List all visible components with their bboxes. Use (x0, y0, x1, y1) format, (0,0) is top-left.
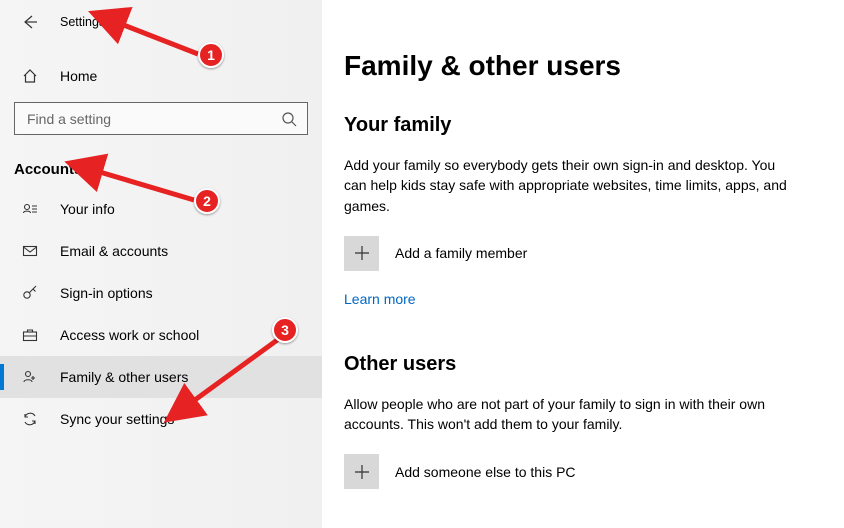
sidebar-item-label: Family & other users (60, 369, 188, 385)
learn-more-link[interactable]: Learn more (344, 291, 416, 307)
others-description: Allow people who are not part of your fa… (344, 394, 794, 435)
search-input[interactable] (25, 110, 256, 128)
search-icon (281, 111, 297, 127)
people-icon (22, 369, 38, 385)
family-heading: Your family (344, 114, 814, 137)
others-heading: Other users (344, 353, 814, 376)
other-users-section: Other users Allow people who are not par… (344, 353, 814, 490)
back-arrow-icon[interactable] (22, 14, 38, 30)
sidebar-item-label: Email & accounts (60, 243, 168, 259)
sidebar-item-label: Sign-in options (60, 285, 153, 301)
add-other-label: Add someone else to this PC (395, 464, 576, 480)
sidebar-home[interactable]: Home (0, 60, 322, 92)
briefcase-icon (22, 327, 38, 343)
sidebar: Settings Home Accounts (0, 0, 322, 528)
page-title: Family & other users (344, 50, 814, 82)
add-family-label: Add a family member (395, 245, 527, 261)
person-card-icon (22, 201, 38, 217)
sidebar-item-label: Your info (60, 201, 115, 217)
settings-window: Settings Home Accounts (0, 0, 844, 528)
app-title: Settings (60, 15, 105, 29)
email-icon (22, 243, 38, 259)
home-label: Home (60, 68, 97, 84)
title-bar: Settings (0, 0, 322, 38)
home-icon (22, 68, 38, 84)
sidebar-item-your-info[interactable]: Your info (0, 188, 322, 230)
sidebar-item-label: Sync your settings (60, 411, 174, 427)
main-content: Family & other users Your family Add you… (322, 0, 844, 528)
family-description: Add your family so everybody gets their … (344, 155, 794, 216)
sidebar-item-family-users[interactable]: Family & other users (0, 356, 322, 398)
sync-icon (22, 411, 38, 427)
key-icon (22, 285, 38, 301)
sidebar-item-signin-options[interactable]: Sign-in options (0, 272, 322, 314)
plus-icon (344, 454, 379, 489)
plus-icon (344, 236, 379, 271)
sidebar-item-label: Access work or school (60, 327, 199, 343)
sidebar-item-email-accounts[interactable]: Email & accounts (0, 230, 322, 272)
sidebar-item-sync-settings[interactable]: Sync your settings (0, 398, 322, 440)
add-family-member-button[interactable]: Add a family member (344, 236, 814, 271)
sidebar-item-work-school[interactable]: Access work or school (0, 314, 322, 356)
sidebar-section-title: Accounts (0, 135, 322, 188)
add-other-user-button[interactable]: Add someone else to this PC (344, 454, 814, 489)
search-box[interactable] (14, 102, 308, 135)
